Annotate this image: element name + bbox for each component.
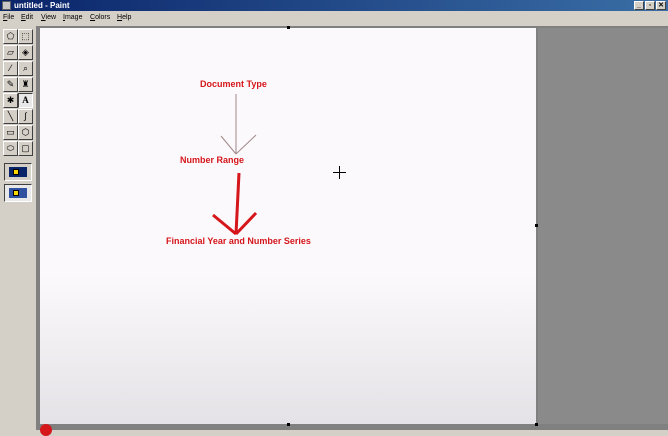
- magnifier-tool-icon[interactable]: ⌕: [18, 61, 33, 76]
- brush-tool-icon[interactable]: ♜: [18, 77, 33, 92]
- menu-file[interactable]: File: [3, 11, 14, 24]
- curve-tool-icon[interactable]: ∫: [18, 109, 33, 124]
- pencil-tool-icon[interactable]: ✎: [3, 77, 18, 92]
- thick-arrow-icon: [212, 172, 258, 236]
- maximize-button[interactable]: ▫: [645, 1, 655, 10]
- crosshair-cursor-icon: [333, 166, 346, 179]
- transparent-shape-icon: [13, 190, 19, 196]
- line-tool-icon[interactable]: ╲: [3, 109, 18, 124]
- paint-app-icon[interactable]: [2, 1, 11, 10]
- tool-option-transparent[interactable]: [4, 184, 32, 202]
- color-picker-tool-icon[interactable]: ⁄: [3, 61, 18, 76]
- rect-select-tool-icon[interactable]: ⬚: [18, 29, 33, 44]
- opaque-shape-icon: [13, 169, 19, 175]
- rounded-rect-tool-icon[interactable]: ▢: [18, 141, 33, 156]
- thin-arrow-icon: [220, 94, 257, 155]
- fill-tool-icon[interactable]: ◈: [18, 45, 33, 60]
- workspace-background: [538, 28, 668, 424]
- airbrush-tool-icon[interactable]: ✱: [3, 93, 18, 108]
- rectangle-tool-icon[interactable]: ▭: [3, 125, 18, 140]
- recording-indicator-icon: [40, 424, 52, 436]
- text-tool-icon[interactable]: A: [18, 93, 33, 108]
- title-bar[interactable]: untitled - Paint _ ▫ ✕: [0, 0, 668, 11]
- menu-view[interactable]: View: [41, 11, 56, 24]
- ellipse-tool-icon[interactable]: ⬭: [3, 141, 18, 156]
- resize-handle-corner[interactable]: [535, 423, 538, 426]
- resize-handle-bottom[interactable]: [287, 423, 290, 426]
- menu-image[interactable]: Image: [63, 11, 82, 24]
- toolbox: ⬠ ⬚ ▱ ◈ ⁄ ⌕ ✎ ♜ ✱ A ╲ ∫ ▭ ⬡ ⬭ ▢: [0, 26, 37, 430]
- menu-bar: File Edit View Image Colors Help: [0, 11, 668, 24]
- close-button[interactable]: ✕: [656, 1, 666, 10]
- tool-option-opaque[interactable]: [4, 163, 32, 181]
- resize-handle-top[interactable]: [287, 26, 290, 29]
- drawing-strokes: [212, 94, 258, 236]
- resize-handle-right[interactable]: [535, 224, 538, 227]
- polygon-tool-icon[interactable]: ⬡: [18, 125, 33, 140]
- window-title: untitled - Paint: [14, 1, 70, 10]
- menu-edit[interactable]: Edit: [21, 11, 33, 24]
- free-form-select-tool-icon[interactable]: ⬠: [3, 29, 18, 44]
- eraser-tool-icon[interactable]: ▱: [3, 45, 18, 60]
- menu-help[interactable]: Help: [117, 11, 131, 24]
- drawing-canvas[interactable]: Document Type Number Range Financial Yea…: [40, 28, 536, 424]
- minimize-button[interactable]: _: [634, 1, 644, 10]
- menu-colors[interactable]: Colors: [90, 11, 110, 24]
